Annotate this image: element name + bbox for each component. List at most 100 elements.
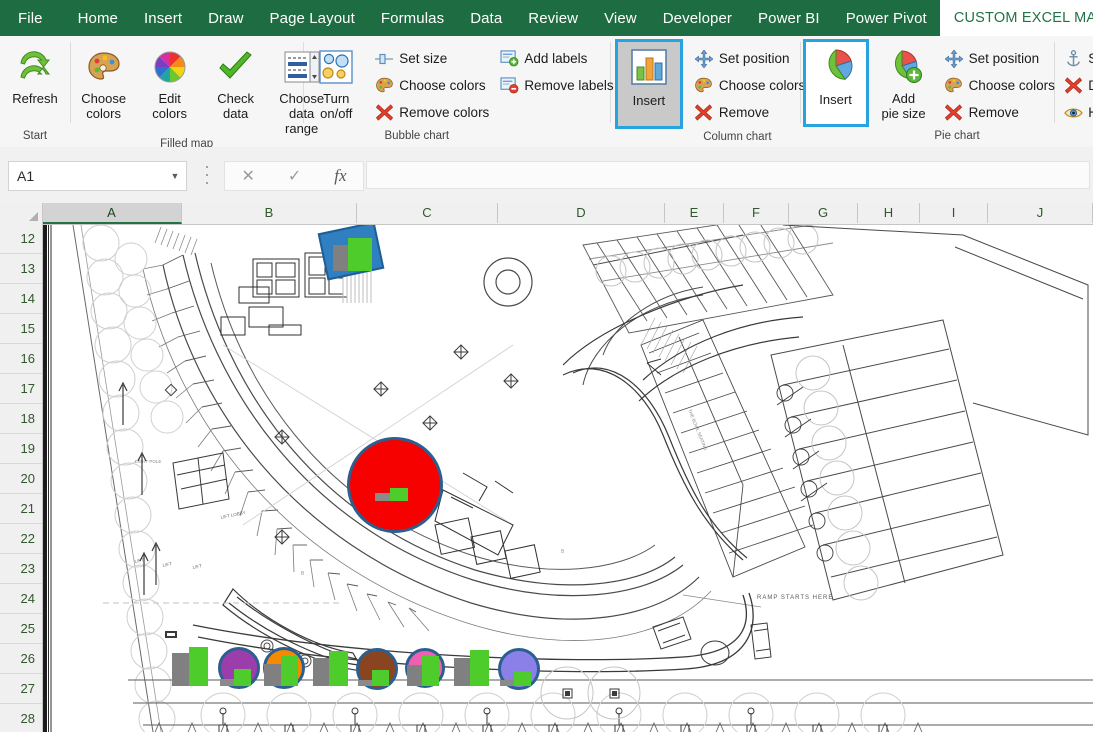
name-box-value: A1 — [17, 168, 35, 184]
row-header-19[interactable]: 19 — [0, 434, 42, 464]
row-header-22[interactable]: 22 — [0, 524, 42, 554]
bubble-remove-colors-button[interactable]: Remove colors — [369, 99, 494, 126]
row-header-23[interactable]: 23 — [0, 554, 42, 584]
bubble-red-main[interactable] — [347, 437, 443, 533]
check-data-button[interactable]: Check data — [203, 42, 269, 121]
enter-icon[interactable]: ✓ — [288, 166, 301, 186]
bubble-small-column-2: Add labels Remove labels — [494, 42, 618, 99]
formula-input[interactable] — [366, 161, 1090, 189]
choose-colors-button[interactable]: Choose colors — [71, 42, 137, 121]
column-bar-green[interactable] — [189, 647, 208, 686]
column-header-J[interactable]: J — [988, 203, 1093, 223]
ribbon-tab-home[interactable]: Home — [65, 0, 131, 36]
edit-colors-button[interactable]: Edit colors — [137, 42, 203, 121]
row-header-14[interactable]: 14 — [0, 284, 42, 314]
column-bar-green[interactable] — [390, 488, 408, 501]
bubble-choose-colors-button[interactable]: Choose colors — [369, 72, 494, 99]
edit-colors-label: Edit colors — [152, 91, 187, 121]
row-header-13[interactable]: 13 — [0, 254, 42, 284]
column-choose-colors-label: Choose colors — [718, 78, 806, 93]
bubble-set-size-button[interactable]: Set size — [369, 45, 494, 72]
ribbon-tab-insert[interactable]: Insert — [131, 0, 195, 36]
ribbon-tab-review[interactable]: Review — [515, 0, 591, 36]
ribbon-tab-formulas[interactable]: Formulas — [368, 0, 457, 36]
column-header-F[interactable]: F — [724, 203, 789, 223]
column-bar-green[interactable] — [372, 670, 389, 686]
column-choose-colors-button[interactable]: Choose colors — [689, 72, 810, 99]
pie-chart-icon — [816, 43, 856, 89]
row-header-17[interactable]: 17 — [0, 374, 42, 404]
cancel-icon[interactable]: ✕ — [241, 166, 254, 186]
column-bar-green[interactable] — [422, 656, 439, 686]
pie-remove-button[interactable]: Remove — [939, 99, 1060, 126]
column-remove-label: Remove — [718, 105, 770, 120]
column-header-A[interactable]: A — [42, 203, 182, 224]
palette-icon — [86, 46, 122, 88]
column-chart-insert-button[interactable]: Insert — [614, 39, 683, 129]
ribbon-tab-page-layout[interactable]: Page Layout — [257, 0, 368, 36]
row-header-24[interactable]: 24 — [0, 584, 42, 614]
row-header-28[interactable]: 28 — [0, 704, 42, 732]
bubble-remove-labels-button[interactable]: Remove labels — [494, 72, 618, 99]
row-header-27[interactable]: 27 — [0, 674, 42, 704]
row-header-18[interactable]: 18 — [0, 404, 42, 434]
row-header-26[interactable]: 26 — [0, 644, 42, 674]
delete-button[interactable]: Di — [1058, 72, 1093, 99]
column-chart-insert-label: Insert — [632, 93, 666, 108]
pie-set-position-button[interactable]: Set position — [939, 45, 1060, 72]
selected-column-border-left — [43, 225, 45, 732]
column-header-C[interactable]: C — [357, 203, 498, 223]
hide-button[interactable]: Hi — [1058, 99, 1093, 126]
name-box[interactable]: A1 ▼ — [8, 161, 187, 191]
column-set-position-button[interactable]: Set position — [689, 45, 810, 72]
column-bar-green[interactable] — [329, 651, 348, 686]
column-header-E[interactable]: E — [665, 203, 724, 223]
column-bar-green[interactable] — [281, 656, 298, 686]
bubble-add-labels-button[interactable]: Add labels — [494, 45, 618, 72]
bubble-small-column-1: Set size Choose colors Remove colors — [369, 42, 494, 126]
row-header-15[interactable]: 15 — [0, 314, 42, 344]
row-header-21[interactable]: 21 — [0, 494, 42, 524]
column-bar-green[interactable] — [514, 671, 531, 686]
ribbon-tab-bar: File Home Insert Draw Page Layout Formulas Dat… — [0, 0, 1093, 36]
column-remove-button[interactable]: Remove — [689, 99, 810, 126]
sheet-canvas[interactable]: LIFT LOBBY LIFT LIFT LIFT LIGHT POLE THE… — [43, 225, 1093, 732]
ribbon-tab-custom-excel-map[interactable]: CUSTOM EXCEL MAP — [939, 0, 1093, 36]
column-header-D[interactable]: D — [498, 203, 665, 223]
palette-icon — [944, 76, 964, 96]
save-position-button[interactable]: Sa — [1058, 45, 1093, 72]
add-pie-size-button[interactable]: Add pie size — [871, 42, 937, 121]
pie-choose-colors-button[interactable]: Choose colors — [939, 72, 1060, 99]
column-header-H[interactable]: H — [858, 203, 920, 223]
refresh-button[interactable]: Refresh — [0, 42, 70, 106]
add-label-icon — [499, 49, 519, 69]
row-header-16[interactable]: 16 — [0, 344, 42, 374]
row-header-20[interactable]: 20 — [0, 464, 42, 494]
pie-chart-insert-button[interactable]: Insert — [802, 39, 869, 127]
bubble-turn-onoff-button[interactable]: Turn on/off — [303, 42, 369, 121]
formula-bar-drag-handle[interactable] — [200, 166, 214, 184]
chevron-down-icon[interactable]: ▼ — [164, 171, 186, 181]
ribbon-tab-file[interactable]: File — [0, 0, 65, 36]
choose-colors-label: Choose colors — [81, 91, 127, 121]
insert-function-icon[interactable]: fx — [334, 166, 346, 186]
column-bar-green[interactable] — [348, 238, 372, 271]
red-x-icon — [1063, 76, 1083, 96]
column-bar-green[interactable] — [470, 650, 489, 686]
ribbon-tab-data[interactable]: Data — [457, 0, 515, 36]
ribbon-tab-view[interactable]: View — [591, 0, 650, 36]
ribbon-tab-draw[interactable]: Draw — [195, 0, 256, 36]
column-bar-green[interactable] — [234, 669, 251, 686]
column-header-G[interactable]: G — [789, 203, 858, 223]
row-header-12[interactable]: 12 — [0, 224, 42, 254]
bubble-add-labels-label: Add labels — [524, 51, 588, 66]
pie-set-position-label: Set position — [968, 51, 1040, 66]
column-header-I[interactable]: I — [920, 203, 988, 223]
ribbon-tab-developer[interactable]: Developer — [650, 0, 745, 36]
column-header-B[interactable]: B — [182, 203, 357, 223]
ribbon-tab-power-pivot[interactable]: Power Pivot — [833, 0, 940, 36]
ribbon-tab-power-bi[interactable]: Power BI — [745, 0, 833, 36]
bubble-remove-colors-label: Remove colors — [399, 105, 490, 120]
row-header-25[interactable]: 25 — [0, 614, 42, 644]
select-all-corner[interactable] — [0, 203, 43, 225]
